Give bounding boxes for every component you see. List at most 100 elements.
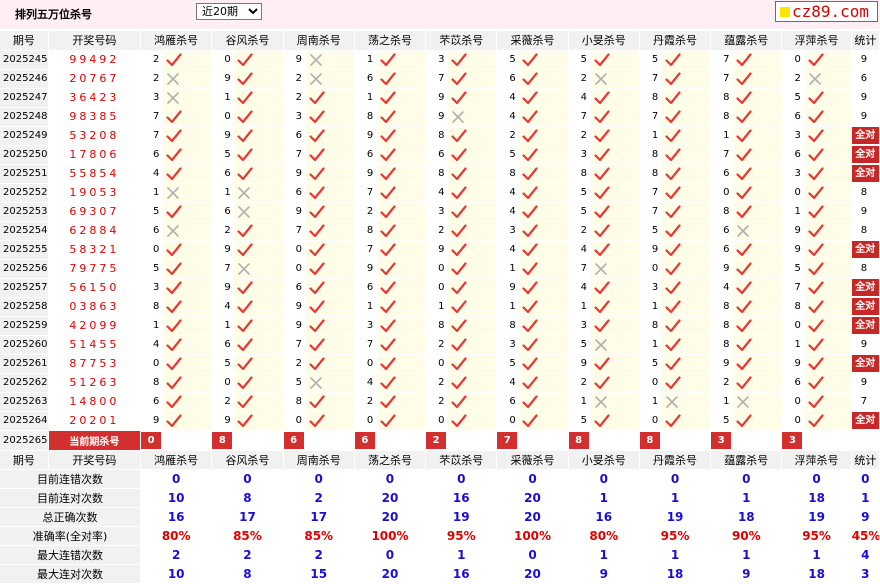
kill-number-cell: 6 [496, 69, 520, 89]
cross-icon [162, 221, 213, 241]
total-cell: 9 [851, 202, 880, 222]
check-icon [305, 354, 355, 374]
stats-value: 8 [211, 488, 284, 508]
period-select[interactable]: 近20期 [196, 3, 262, 20]
check-icon [661, 88, 712, 108]
kill-number-cell: 5 [568, 202, 591, 222]
check-icon [233, 392, 284, 412]
winning-number-cell: 20201 [48, 411, 142, 431]
kill-number-cell: 2 [568, 69, 591, 89]
check-icon [233, 145, 284, 165]
column-header: 统计 [851, 450, 880, 470]
kill-number-cell: 6 [140, 221, 164, 241]
kill-number-cell: 7 [781, 278, 805, 298]
table-row: 2025249 53208 7 9 6 9 8 2 2 1 1 3 全对 [0, 126, 880, 146]
check-icon [518, 316, 569, 336]
kill-number-cell: 5 [710, 411, 734, 431]
issue-cell: 2025248 [0, 107, 49, 127]
stats-value: 0 [354, 469, 427, 489]
stats-value: 18 [710, 507, 783, 527]
kill-number-cell: 0 [211, 107, 235, 127]
check-icon [376, 411, 427, 431]
total-cell: 全对 [851, 126, 880, 146]
issue-cell: 2025263 [0, 392, 49, 412]
column-header: 谷风杀号 [211, 31, 284, 51]
table-row: 2025247 36423 3 1 2 1 9 4 4 8 8 5 9 [0, 88, 880, 108]
check-icon [233, 240, 284, 260]
column-header: 蕴露杀号 [710, 31, 783, 51]
table-row: 2025262 51263 8 0 5 4 2 4 2 0 2 6 9 [0, 373, 880, 393]
kill-number-cell: 8 [568, 164, 591, 184]
stats-value: 90% [710, 526, 783, 546]
stats-value: 1 [710, 545, 783, 565]
check-icon [233, 88, 284, 108]
check-icon [590, 297, 640, 317]
check-icon [305, 88, 355, 108]
kill-number-cell: 7 [710, 50, 734, 70]
kill-number-cell: 8 [710, 88, 734, 108]
kill-number-cell: 7 [283, 335, 306, 355]
kill-number-cell: 3 [140, 278, 164, 298]
check-icon [732, 88, 783, 108]
kill-number-cell: 1 [568, 392, 591, 412]
stats-value: 45% [851, 526, 880, 546]
stats-value: 1 [710, 488, 783, 508]
kill-number-cell: 7 [354, 335, 377, 355]
column-header: 周南杀号 [283, 450, 355, 470]
kill-number-cell: 2 [354, 202, 377, 222]
kill-number-cell: 8 [710, 202, 734, 222]
kill-number-cell: 5 [283, 373, 306, 393]
kill-number-cell: 5 [568, 411, 591, 431]
kill-number-cell: 7 [354, 240, 377, 260]
kill-number-cell: 5 [781, 88, 805, 108]
kill-number-cell: 9 [283, 50, 306, 70]
cross-icon [233, 259, 284, 279]
kill-number-cell: 1 [496, 297, 520, 317]
all-correct-badge: 全对 [851, 279, 879, 296]
total-cell: 全对 [851, 164, 880, 184]
check-icon [804, 316, 852, 336]
kill-number-cell: 8 [710, 316, 734, 336]
current-kill-label: 当前期杀号 [48, 430, 142, 451]
check-icon [804, 164, 852, 184]
kill-number-cell: 2 [140, 50, 164, 70]
site-logo[interactable]: cz89.com [775, 1, 878, 22]
check-icon [518, 259, 569, 279]
kill-number-cell: 0 [283, 411, 306, 431]
stats-value: 20 [496, 488, 569, 508]
stats-value: 0 [781, 469, 852, 489]
check-icon [590, 316, 640, 336]
kill-number-cell: 1 [639, 297, 662, 317]
kill-number-cell: 2 [211, 392, 235, 412]
total-value: 9 [860, 206, 868, 217]
winning-number-cell: 79775 [48, 259, 142, 279]
kill-number-cell: 8 [425, 126, 449, 146]
cross-icon [162, 183, 213, 203]
kill-number-cell: 7 [710, 69, 734, 89]
column-header: 丹霞杀号 [639, 450, 712, 470]
total-value: 8 [860, 187, 868, 198]
issue-cell: 2025260 [0, 335, 49, 355]
check-icon [518, 164, 569, 184]
issue-cell: 2025264 [0, 411, 49, 431]
kill-number-cell: 3 [496, 335, 520, 355]
stats-value: 1 [568, 545, 640, 565]
stats-value: 9 [568, 564, 640, 584]
prediction-badge: 8 [639, 431, 660, 449]
check-icon [804, 297, 852, 317]
kill-number-cell: 6 [211, 335, 235, 355]
total-value: 9 [860, 377, 868, 388]
total-cell: 8 [851, 183, 880, 203]
winning-number-cell: 55854 [48, 164, 142, 184]
kill-number-cell: 2 [211, 221, 235, 241]
kill-number-cell: 5 [639, 221, 662, 241]
check-icon [661, 259, 712, 279]
check-icon [447, 259, 498, 279]
empty-cell [804, 430, 852, 451]
stats-value: 0 [639, 469, 712, 489]
kill-number-cell: 1 [710, 126, 734, 146]
check-icon [804, 145, 852, 165]
stats-value: 2 [140, 545, 213, 565]
table-row: 2025246 20767 2 9 2 6 7 6 2 7 7 2 6 [0, 69, 880, 89]
check-icon [732, 373, 783, 393]
